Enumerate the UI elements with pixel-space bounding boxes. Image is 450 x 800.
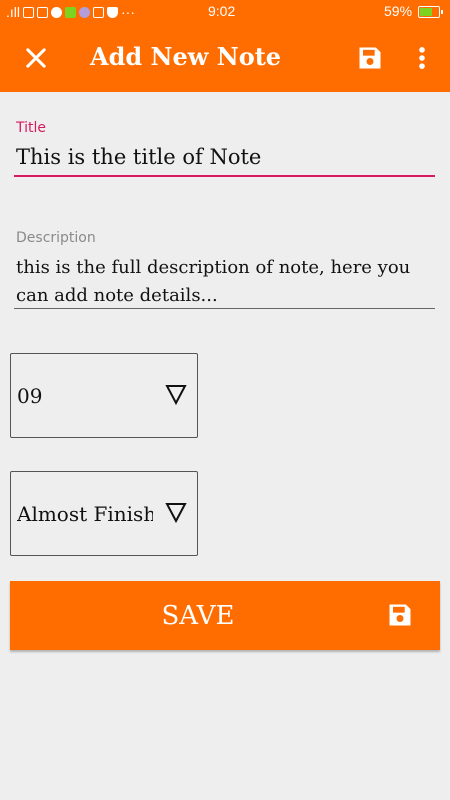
messenger-icon [51,6,62,18]
save-icon [389,604,411,626]
close-icon[interactable] [22,44,50,72]
save-button[interactable]: SAVE [10,581,440,650]
save-icon[interactable] [356,44,384,72]
dropdown-arrow-icon [165,503,187,523]
battery-icon [418,6,443,18]
status-bar: .ıll ··· 9:02 59% [0,0,450,24]
notification-icon [23,6,34,18]
description-input[interactable]: this is the full description of note, he… [16,254,436,310]
more-notifications-icon: ··· [121,4,135,20]
shield-icon [107,6,118,18]
mail-icon [37,6,48,18]
calendar-icon [93,6,104,18]
status-icons: .ıll ··· [6,4,206,20]
title-input[interactable]: This is the title of Note [16,145,261,169]
battery-percent: 59% [384,3,413,19]
app-bar: Add New Note [0,24,450,92]
description-label: Description [16,230,96,246]
status-spinner[interactable]: Almost Finished [10,471,198,556]
signal-icon: .ıll [6,4,20,20]
app-icon [65,6,76,18]
title-underline [14,175,435,177]
status-spinner-value: Almost Finished [17,502,153,526]
number-spinner[interactable]: 09 [10,353,198,438]
number-spinner-value: 09 [17,384,43,408]
title-label: Title [16,120,47,136]
browser-icon [79,6,90,18]
description-underline [14,308,435,309]
clock: 9:02 [208,3,236,19]
more-vert-icon[interactable] [412,44,432,72]
page-title: Add New Note [90,42,282,71]
dropdown-arrow-icon [165,385,187,405]
save-button-label: SAVE [161,601,235,631]
